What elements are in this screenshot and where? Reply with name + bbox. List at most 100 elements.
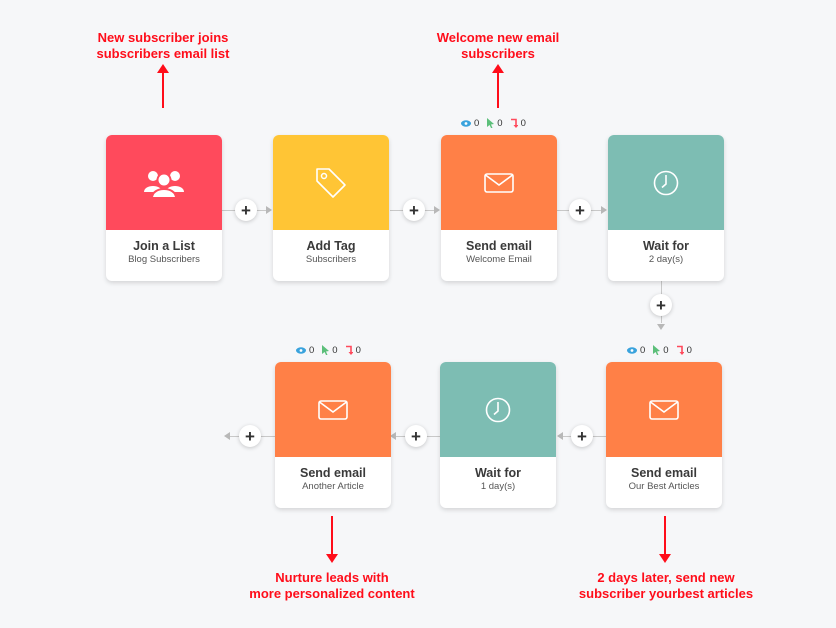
annotation-arrow-line [664,516,666,556]
clock-icon [485,397,511,422]
arrow-right-icon [266,206,272,214]
annotation-line: New subscriber joins [97,30,229,45]
users-icon [144,170,184,198]
node-title: Send email [631,466,697,480]
arrow-right-icon [601,206,607,214]
cursor-icon [653,345,661,355]
bounces-stat: 0 [345,344,361,356]
node-send-welcome[interactable]: Send email Welcome Email [441,135,557,281]
tag-icon [316,167,346,198]
add-step-button[interactable]: + [405,425,427,447]
bounces-stat: 0 [676,344,692,356]
arrow-down-icon [657,324,665,330]
add-step-button[interactable]: + [571,425,593,447]
node-title: Wait for [642,239,690,253]
node-subtitle: Welcome Email [466,254,532,265]
node-body: Wait for 2 day(s) [608,230,724,281]
clicks-count: 0 [497,117,503,129]
node-wait-2[interactable]: Wait for 2 day(s) [608,135,724,281]
node-title: Join a List [133,239,195,253]
views-count: 0 [640,344,646,356]
plus-icon: + [241,200,251,220]
bounces-stat: 0 [510,117,526,129]
views-count: 0 [474,117,480,129]
clicks-stat: 0 [487,117,503,129]
email-stats: 0 0 0 [627,344,692,356]
add-step-button[interactable]: + [403,199,425,221]
node-wait-1[interactable]: Wait for 1 day(s) [440,362,556,508]
node-subtitle: Our Best Articles [628,481,700,492]
add-step-button[interactable]: + [239,425,261,447]
node-body: Send email Our Best Articles [606,457,722,508]
annotation-best: 2 days later, send new subscriber yourbe… [566,570,766,602]
node-subtitle: Another Article [302,481,364,492]
node-body: Wait for 1 day(s) [440,457,556,508]
annotation-arrow-down [659,554,671,563]
node-subtitle: 2 day(s) [648,254,684,265]
arrow-left-icon [224,432,230,440]
node-header [608,135,724,230]
eye-icon [461,119,471,127]
clicks-stat: 0 [653,344,669,356]
bounce-icon [676,345,684,355]
node-body: Join a List Blog Subscribers [106,230,222,281]
annotation-line: subscriber yourbest articles [578,586,754,601]
arrow-right-icon [434,206,440,214]
node-body: Send email Another Article [275,457,391,508]
node-send-another[interactable]: Send email Another Article [275,362,391,508]
clicks-stat: 0 [322,344,338,356]
bounce-icon [345,345,353,355]
plus-icon: + [656,295,666,315]
plus-icon: + [409,200,419,220]
annotation-arrow-line [162,72,164,108]
plus-icon: + [575,200,585,220]
email-stats: 0 0 0 [461,117,526,129]
envelope-icon [649,399,679,420]
node-header [106,135,222,230]
add-step-button[interactable]: + [569,199,591,221]
cursor-icon [322,345,330,355]
annotation-line: Nurture leads with [275,570,389,585]
clicks-count: 0 [332,344,338,356]
arrow-left-icon [557,432,563,440]
node-header [606,362,722,457]
envelope-icon [484,172,514,193]
add-step-button[interactable]: + [235,199,257,221]
bounces-count: 0 [355,344,361,356]
node-body: Add Tag Subscribers [273,230,389,281]
bounces-count: 0 [686,344,692,356]
annotation-join: New subscriber joins subscribers email l… [88,30,238,62]
node-send-best[interactable]: Send email Our Best Articles [606,362,722,508]
node-add-tag[interactable]: Add Tag Subscribers [273,135,389,281]
plus-icon: + [245,426,255,446]
node-title: Wait for [474,466,522,480]
bounces-count: 0 [520,117,526,129]
annotation-line: subscribers [461,46,535,61]
node-header [275,362,391,457]
cursor-icon [487,118,495,128]
node-header [441,135,557,230]
node-header [273,135,389,230]
eye-icon [296,346,306,354]
clicks-count: 0 [663,344,669,356]
eye-icon [627,346,637,354]
clock-icon [653,170,679,195]
views-stat: 0 [461,118,479,129]
annotation-arrow-line [497,72,499,108]
annotation-arrow-down [326,554,338,563]
annotation-line: subscribers email list [96,46,230,61]
node-title: Add Tag [306,239,356,253]
plus-icon: + [577,426,587,446]
add-step-button[interactable]: + [650,294,672,316]
node-join-list[interactable]: Join a List Blog Subscribers [106,135,222,281]
email-stats: 0 0 0 [296,344,361,356]
node-title: Send email [466,239,532,253]
node-subtitle: Subscribers [305,254,357,265]
plus-icon: + [411,426,421,446]
views-stat: 0 [627,345,645,356]
bounce-icon [510,118,518,128]
node-body: Send email Welcome Email [441,230,557,281]
annotation-line: Welcome new email [436,30,560,45]
annotation-line: 2 days later, send new [597,570,735,585]
node-subtitle: Blog Subscribers [128,254,200,265]
